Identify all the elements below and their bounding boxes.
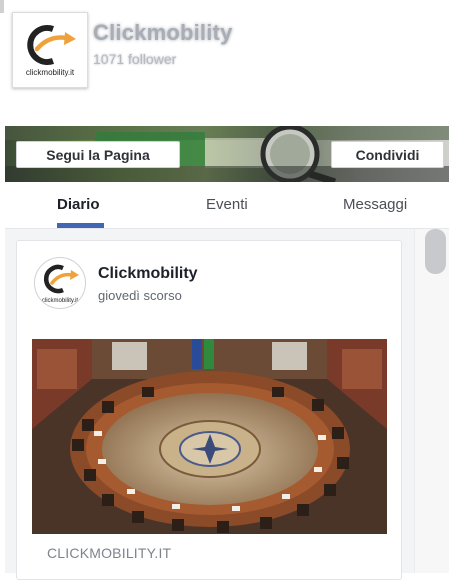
follower-count: 1071 follower xyxy=(93,51,177,67)
tab-diario[interactable]: Diario xyxy=(57,196,100,213)
active-tab-indicator xyxy=(57,223,104,228)
page-profile-picture[interactable]: clickmobility.it xyxy=(12,12,88,88)
clickmobility-logo-icon: clickmobility.it xyxy=(26,25,76,77)
link-domain[interactable]: CLICKMOBILITY.IT xyxy=(47,545,171,561)
share-button[interactable]: Condividi xyxy=(331,141,444,168)
follow-page-button[interactable]: Segui la Pagina xyxy=(16,141,180,168)
logo-wordmark: clickmobility.it xyxy=(26,68,75,77)
post-timestamp[interactable]: giovedì scorso xyxy=(98,288,182,303)
clickmobility-logo-icon: clickmobility.it xyxy=(42,264,79,304)
tab-eventi[interactable]: Eventi xyxy=(206,196,248,213)
scrollbar-track[interactable] xyxy=(414,229,449,573)
logo-wordmark: clickmobility.it xyxy=(42,298,79,304)
post-author-avatar[interactable]: clickmobility.it xyxy=(34,257,86,309)
corner-mark xyxy=(0,0,4,13)
post-author-name[interactable]: Clickmobility xyxy=(98,265,198,283)
scrollbar-thumb[interactable] xyxy=(425,229,446,274)
post-image[interactable] xyxy=(32,339,387,534)
tab-messaggi[interactable]: Messaggi xyxy=(343,196,407,213)
page-title[interactable]: Clickmobility xyxy=(93,20,233,46)
